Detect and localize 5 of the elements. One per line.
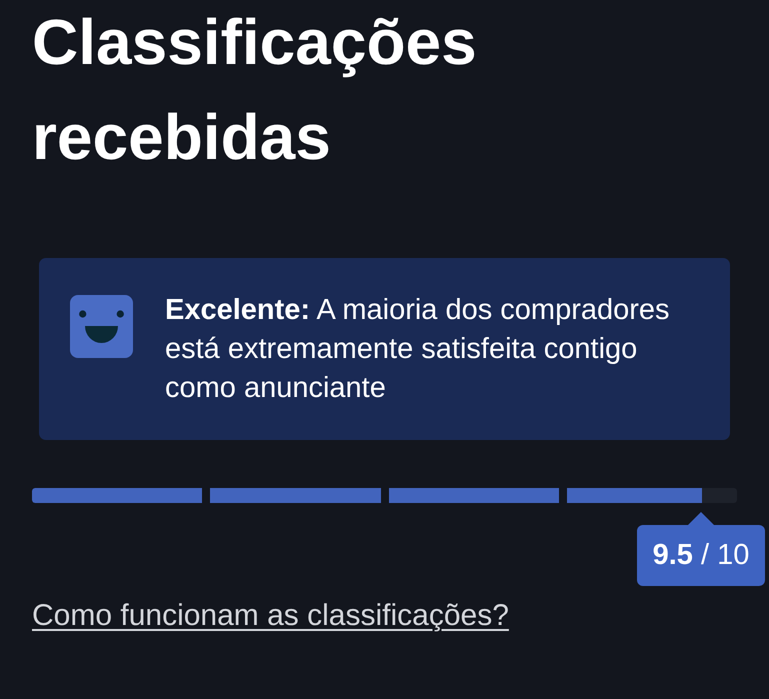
rating-message: Excelente: A maioria dos compradores está extremamente satisfeita contigo como anunciante [165, 293, 671, 406]
score-tooltip: 9.5 / 10 [637, 512, 765, 586]
help-link[interactable]: Como funcionam as classificações? [32, 599, 509, 632]
smiley-face-icon [70, 295, 133, 358]
page-title: Classificações recebidas [32, 5, 478, 175]
